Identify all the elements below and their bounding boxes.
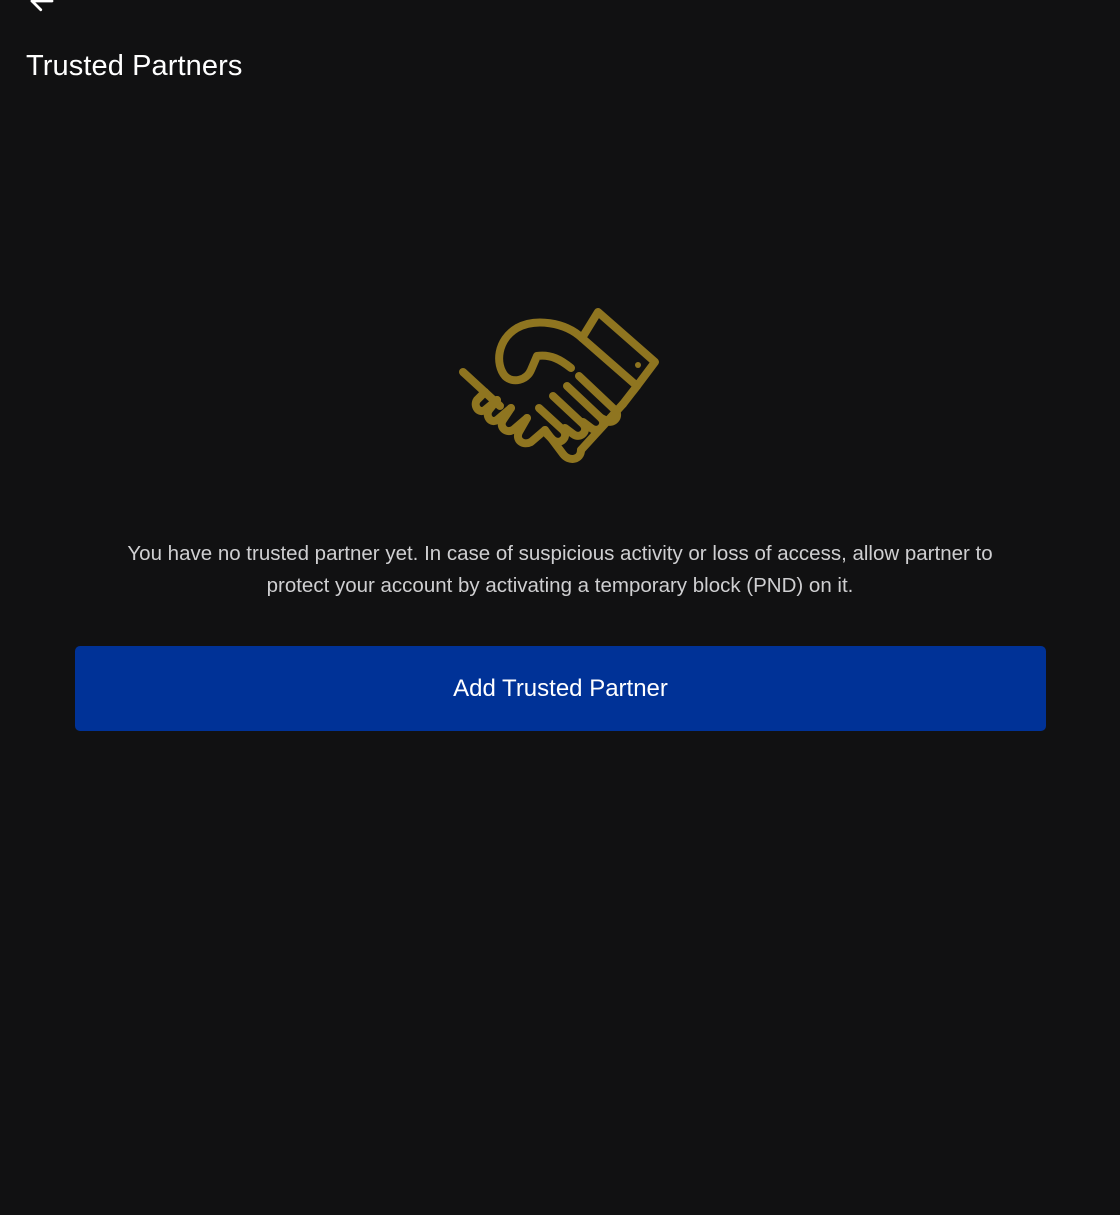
add-trusted-partner-button[interactable]: Add Trusted Partner (75, 646, 1046, 731)
back-button[interactable] (22, 0, 62, 20)
arrow-left-icon (27, 0, 57, 21)
empty-state-message: You have no trusted partner yet. In case… (127, 542, 993, 597)
page-title: Trusted Partners (26, 50, 243, 82)
handshake-icon (455, 300, 665, 485)
